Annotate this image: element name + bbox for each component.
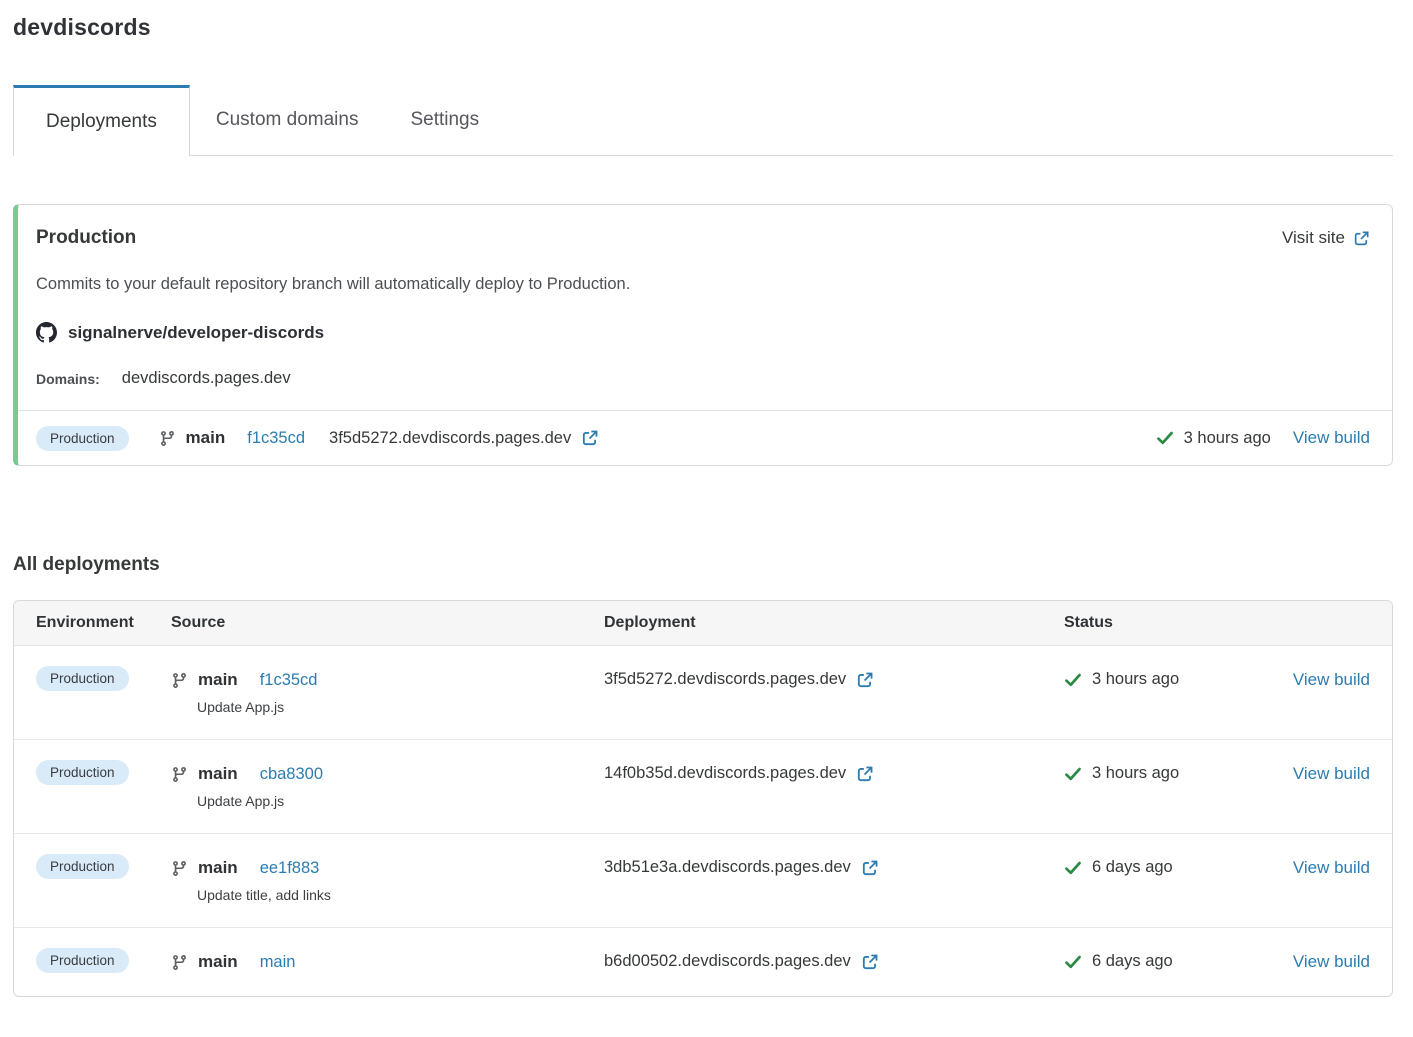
branch-name: main — [198, 670, 238, 690]
deployment-url: 14f0b35d.devdiscords.pages.dev — [604, 764, 846, 783]
external-link-icon[interactable] — [861, 953, 879, 971]
tab-deployments[interactable]: Deployments — [13, 85, 190, 156]
production-deployment-row: Production main f1c35cd 3f5d5272.devdisc… — [18, 410, 1392, 465]
deployment-url: 3f5d5272.devdiscords.pages.dev — [329, 429, 571, 448]
page: devdiscords Deployments Custom domains S… — [0, 0, 1413, 997]
git-branch-icon — [171, 766, 188, 783]
external-link-icon[interactable] — [861, 859, 879, 877]
view-build-link[interactable]: View build — [1293, 952, 1370, 972]
branch-name: main — [198, 952, 238, 972]
status-time: 6 days ago — [1092, 858, 1173, 877]
commit-link[interactable]: cba8300 — [260, 765, 323, 784]
success-check-icon — [1064, 671, 1082, 689]
success-check-icon — [1064, 953, 1082, 971]
git-branch-icon — [171, 672, 188, 689]
deployments-table: Environment Source Deployment Status Pro… — [13, 600, 1393, 997]
visit-site-label: Visit site — [1282, 228, 1345, 248]
page-title: devdiscords — [13, 14, 1393, 41]
commit-link[interactable]: main — [260, 953, 296, 972]
status-time: 3 hours ago — [1092, 764, 1179, 783]
deployment-url: 3f5d5272.devdiscords.pages.dev — [604, 670, 846, 689]
environment-badge: Production — [36, 426, 129, 451]
git-branch-icon — [171, 860, 188, 877]
table-row: Production main main b6d00502.devdiscord… — [14, 928, 1392, 996]
status-time: 3 hours ago — [1092, 670, 1179, 689]
git-branch-icon — [159, 430, 176, 447]
commit-link[interactable]: f1c35cd — [247, 429, 305, 448]
external-link-icon — [1353, 230, 1370, 247]
success-check-icon — [1064, 765, 1082, 783]
environment-badge: Production — [36, 948, 129, 973]
domains-value: devdiscords.pages.dev — [122, 369, 291, 388]
view-build-link[interactable]: View build — [1293, 764, 1370, 784]
column-header-source: Source — [171, 614, 604, 632]
success-check-icon — [1156, 429, 1174, 447]
external-link-icon[interactable] — [856, 671, 874, 689]
branch-name: main — [186, 428, 226, 448]
table-row: Production main cba8300 Update App.js 14… — [14, 740, 1392, 834]
environment-badge: Production — [36, 666, 129, 691]
git-branch-icon — [171, 954, 188, 971]
commit-message: Update App.js — [171, 699, 604, 715]
tab-settings[interactable]: Settings — [384, 85, 505, 155]
success-check-icon — [1064, 859, 1082, 877]
deployment-url: 3db51e3a.devdiscords.pages.dev — [604, 858, 851, 877]
environment-badge: Production — [36, 760, 129, 785]
all-deployments-title: All deployments — [13, 554, 1393, 576]
branch-name: main — [198, 858, 238, 878]
tab-bar: Deployments Custom domains Settings — [13, 85, 1393, 156]
table-header-row: Environment Source Deployment Status — [14, 601, 1392, 646]
github-icon — [36, 322, 57, 343]
external-link-icon[interactable] — [581, 429, 599, 447]
status-time: 6 days ago — [1092, 952, 1173, 971]
status-time: 3 hours ago — [1184, 429, 1271, 448]
production-card: Production Visit site Commits to your de… — [13, 204, 1393, 466]
column-header-status: Status — [1064, 614, 1370, 632]
production-description: Commits to your default repository branc… — [36, 275, 1370, 294]
production-card-title: Production — [36, 227, 136, 249]
commit-link[interactable]: ee1f883 — [260, 859, 320, 878]
tab-custom-domains[interactable]: Custom domains — [190, 85, 385, 155]
table-row: Production main ee1f883 Update title, ad… — [14, 834, 1392, 928]
environment-badge: Production — [36, 854, 129, 879]
view-build-link[interactable]: View build — [1293, 670, 1370, 690]
view-build-link[interactable]: View build — [1293, 428, 1370, 448]
visit-site-link[interactable]: Visit site — [1282, 228, 1370, 248]
deployment-url: b6d00502.devdiscords.pages.dev — [604, 952, 851, 971]
repository-name: signalnerve/developer-discords — [68, 323, 324, 343]
external-link-icon[interactable] — [856, 765, 874, 783]
commit-message: Update title, add links — [171, 887, 604, 903]
view-build-link[interactable]: View build — [1293, 858, 1370, 878]
commit-message: Update App.js — [171, 793, 604, 809]
branch-name: main — [198, 764, 238, 784]
column-header-deployment: Deployment — [604, 614, 1064, 632]
domains-label: Domains: — [36, 371, 100, 387]
table-row: Production main f1c35cd Update App.js 3f… — [14, 646, 1392, 740]
column-header-environment: Environment — [36, 614, 171, 632]
commit-link[interactable]: f1c35cd — [260, 671, 318, 690]
